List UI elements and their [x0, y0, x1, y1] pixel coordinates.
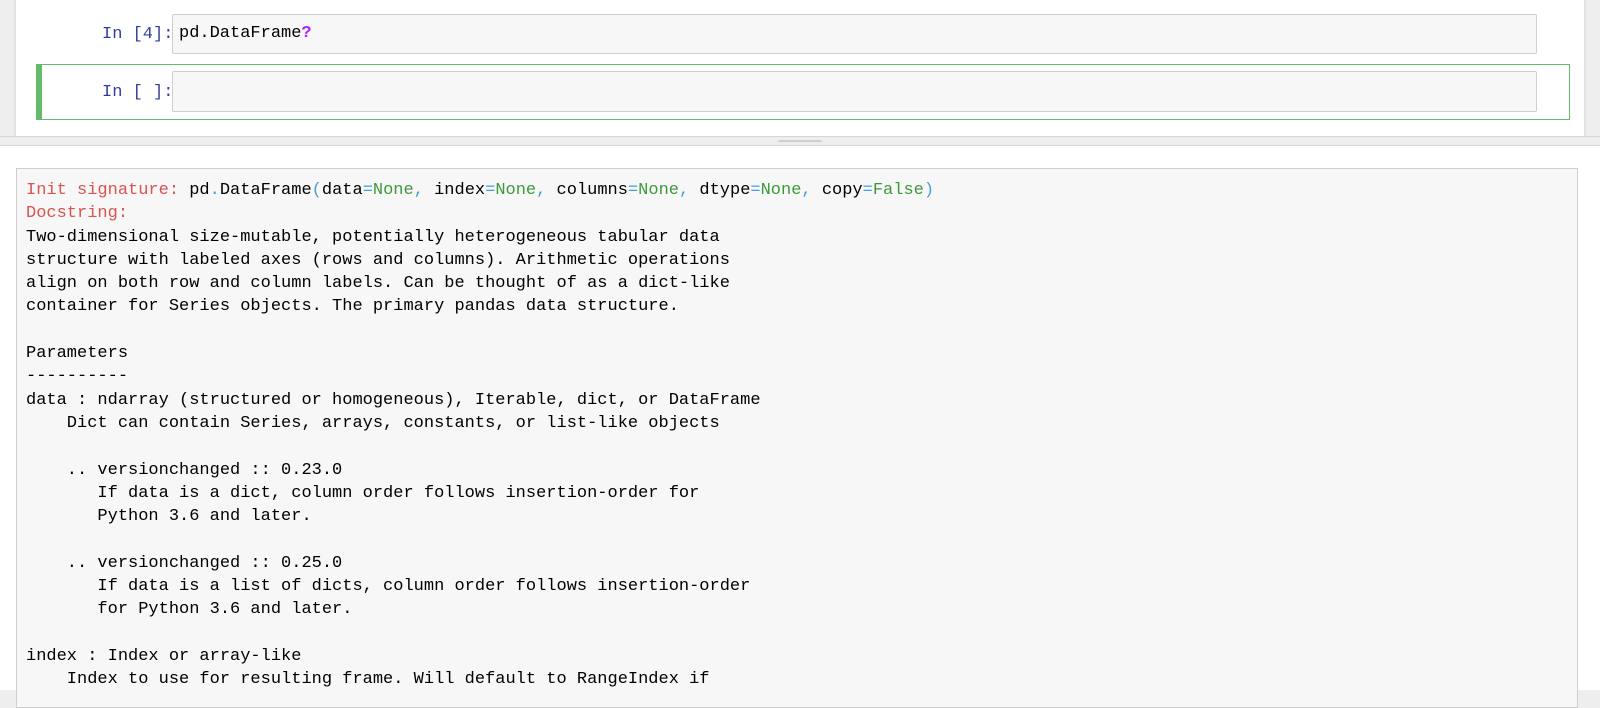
sig-dot: .	[209, 181, 220, 200]
doc-line: Python 3.6 and later.	[26, 507, 312, 527]
doc-line: container for Series objects. The primar…	[26, 297, 679, 317]
doc-line: .. versionchanged :: 0.23.0	[26, 460, 343, 480]
code-input-2[interactable]	[172, 71, 1537, 112]
sig-param-eq: =	[750, 181, 761, 200]
help-operator: ?	[301, 24, 312, 43]
sig-param-name: copy	[821, 181, 863, 200]
doc-line	[26, 622, 1568, 645]
doc-line: .. versionchanged :: 0.25.0	[26, 553, 343, 573]
doc-line: If data is a list of dicts, column order…	[26, 577, 751, 597]
doc-line: align on both row and column labels. Can…	[26, 274, 730, 294]
doc-line: Index to use for resulting frame. Will d…	[26, 670, 710, 690]
sig-param-default: None	[638, 181, 679, 200]
sig-param-sep: ,	[413, 181, 435, 200]
doc-line: Dict can contain Series, arrays, constan…	[26, 413, 720, 433]
sig-close-paren: )	[923, 181, 935, 200]
sig-param-eq: =	[485, 181, 496, 200]
init-signature-line: Init signature: pd.DataFrame(data=None, …	[26, 179, 1568, 202]
sig-param-eq: =	[627, 181, 639, 200]
doc-line: Parameters	[26, 344, 129, 364]
sig-param-name: index	[434, 181, 486, 200]
sig-param-default: False	[872, 181, 924, 200]
sig-param-name: columns	[556, 181, 628, 200]
sig-name: DataFrame	[219, 181, 312, 200]
docstring-label: Docstring:	[26, 204, 129, 224]
doc-line: for Python 3.6 and later.	[26, 600, 353, 620]
doc-line: If data is a dict, column order follows …	[26, 483, 700, 503]
sig-obj: pd	[189, 181, 210, 200]
sig-param-default: None	[495, 181, 537, 200]
doc-line: structure with labeled axes (rows and co…	[26, 250, 730, 270]
pager-resize-handle[interactable]	[778, 140, 822, 142]
sig-param-default: None	[760, 181, 802, 200]
doc-line	[26, 435, 1568, 458]
doc-line: Two-dimensional size-mutable, potentiall…	[26, 227, 720, 247]
sig-param-eq: =	[862, 181, 873, 200]
sig-param-sep: ,	[801, 181, 822, 200]
pager-docstring: Init signature: pd.DataFrame(data=None, …	[16, 168, 1578, 708]
doc-line: ----------	[26, 367, 129, 387]
init-signature-label: Init signature:	[26, 181, 180, 200]
sig-param-name: data	[321, 181, 363, 200]
sig-param-sep: ,	[678, 181, 700, 200]
notebook-container: In [4]: pd.DataFrame? In [ ]:	[16, 0, 1584, 136]
doc-line: index : Index or array-like	[26, 646, 302, 666]
code-text: pd.DataFrame	[179, 24, 302, 43]
code-input-1[interactable]: pd.DataFrame?	[172, 14, 1537, 54]
doc-line	[26, 528, 1568, 551]
sig-param-sep: ,	[536, 181, 557, 200]
sig-param-eq: =	[362, 181, 373, 200]
sig-param-name: dtype	[699, 181, 751, 200]
doc-line	[26, 319, 1568, 342]
doc-line: data : ndarray (structured or homogeneou…	[26, 390, 761, 410]
pager-panel: Init signature: pd.DataFrame(data=None, …	[0, 146, 1600, 708]
sig-open-paren: (	[311, 181, 322, 200]
sig-param-default: None	[372, 181, 414, 200]
